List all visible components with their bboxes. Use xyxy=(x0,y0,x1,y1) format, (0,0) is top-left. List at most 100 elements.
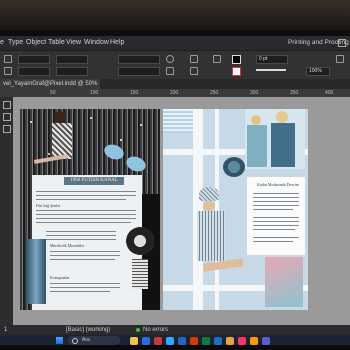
text-line xyxy=(46,235,116,236)
left-page[interactable]: 1960 FÜTİSH KANAL Dür Sağ Şenler Merdive… xyxy=(20,109,160,310)
model-face-image xyxy=(203,201,215,211)
x-field[interactable] xyxy=(18,55,50,64)
text-line xyxy=(46,231,116,232)
text-line xyxy=(253,205,299,206)
menu-help[interactable]: Help xyxy=(110,36,124,50)
sparkle xyxy=(90,117,92,119)
menu-view[interactable]: View xyxy=(66,36,81,50)
stripe xyxy=(193,109,203,310)
preflight-profile[interactable]: [Basic] (working) xyxy=(66,325,110,335)
menu-table[interactable]: Table xyxy=(48,36,65,50)
article-text-frame[interactable] xyxy=(247,177,305,255)
sparkle xyxy=(30,121,32,123)
menu-type[interactable]: Type xyxy=(8,36,23,50)
menu-bar: e Type Object Table View Window Help Pri… xyxy=(0,36,350,50)
illustrator-icon[interactable] xyxy=(250,337,258,345)
menu-edit[interactable]: e xyxy=(0,36,4,50)
width-field[interactable] xyxy=(56,55,88,64)
constrain-icon[interactable] xyxy=(4,67,12,75)
workspace-menu-icon[interactable] xyxy=(338,39,346,47)
direct-selection-tool-icon[interactable] xyxy=(3,113,11,121)
ruler-tick: 300 xyxy=(250,90,259,96)
app-icon[interactable] xyxy=(154,337,162,345)
flip-horizontal-icon[interactable] xyxy=(190,55,198,63)
select-container-icon[interactable] xyxy=(213,55,221,63)
preflight-status-icon xyxy=(136,328,140,332)
selection-tool-icon[interactable] xyxy=(3,101,11,109)
right-page[interactable]: Kadın Modasında Devrim xyxy=(163,109,308,310)
boots-image xyxy=(26,239,46,304)
stroke-swatch[interactable] xyxy=(232,67,241,76)
text-line xyxy=(253,197,299,198)
text-line xyxy=(253,237,299,238)
woman-head-image xyxy=(276,111,288,123)
text-line xyxy=(50,255,120,256)
indesign-icon[interactable] xyxy=(238,337,246,345)
gingham-swatch xyxy=(163,109,193,133)
powerpoint-icon[interactable] xyxy=(190,337,198,345)
status-bar: 1 [Basic] (working) No errors xyxy=(0,325,350,335)
teams-icon[interactable] xyxy=(262,337,270,345)
section-heading: Merdivelk Mezrubler xyxy=(50,243,85,248)
ruler-tick: 200 xyxy=(170,90,179,96)
model-head-image xyxy=(54,111,66,123)
scale-y-field[interactable] xyxy=(118,67,160,76)
woman-dress-image xyxy=(247,125,267,167)
model-hat-image xyxy=(199,187,219,201)
document-tab[interactable]: vel_YayamGraf@Pixel.indd @ 50% xyxy=(0,79,101,89)
ruler-tick: 100 xyxy=(90,90,99,96)
text-line xyxy=(253,221,299,222)
reference-point-icon[interactable] xyxy=(4,55,12,63)
flip-vertical-icon[interactable] xyxy=(190,67,198,75)
text-line xyxy=(36,195,136,196)
text-line xyxy=(36,210,136,211)
text-line xyxy=(253,209,293,210)
scale-x-field[interactable] xyxy=(118,55,160,64)
height-field[interactable] xyxy=(56,67,88,76)
photoshop-icon[interactable] xyxy=(166,337,174,345)
preflight-errors[interactable]: No errors xyxy=(143,325,168,335)
sparkle xyxy=(48,153,50,155)
text-line xyxy=(253,217,299,218)
text-line xyxy=(36,214,136,215)
ruler-tick: 350 xyxy=(290,90,299,96)
ruler-tick: 250 xyxy=(210,90,219,96)
fill-swatch[interactable] xyxy=(232,55,241,64)
sparkle xyxy=(140,124,142,126)
control-panel: 0 pt 100% xyxy=(0,50,350,79)
chrome-icon[interactable] xyxy=(226,337,234,345)
woman-head-image xyxy=(251,115,261,125)
opacity-field[interactable]: 100% xyxy=(306,67,330,76)
menu-object[interactable]: Object xyxy=(26,36,46,50)
ruler-tick: 50 xyxy=(50,90,56,96)
section-heading: Dür Sağ Şenler xyxy=(36,203,61,208)
text-line xyxy=(50,251,120,252)
page-number[interactable]: 1 xyxy=(4,325,7,335)
monitor-bezel-bottom xyxy=(0,345,350,350)
text-line xyxy=(36,222,131,223)
stroke-weight-field[interactable]: 0 pt xyxy=(256,55,288,64)
text-line xyxy=(36,191,136,192)
horizontal-ruler: 50 100 150 200 250 300 350 400 xyxy=(0,89,350,97)
search-icon xyxy=(72,338,78,344)
y-field[interactable] xyxy=(18,67,50,76)
model-dress-image xyxy=(52,123,72,159)
effects-icon[interactable] xyxy=(336,55,344,63)
word-icon[interactable] xyxy=(178,337,186,345)
text-line xyxy=(50,291,110,292)
text-line xyxy=(50,259,115,260)
excel-icon[interactable] xyxy=(202,337,210,345)
text-line xyxy=(36,218,136,219)
text-line xyxy=(36,199,126,200)
menu-window[interactable]: Window xyxy=(84,36,109,50)
type-tool-icon[interactable] xyxy=(3,125,11,133)
stripe xyxy=(215,109,219,310)
rotate-icon[interactable] xyxy=(166,55,174,63)
outlook-icon[interactable] xyxy=(214,337,222,345)
edge-icon[interactable] xyxy=(142,337,150,345)
text-line xyxy=(253,193,299,194)
file-explorer-icon[interactable] xyxy=(130,337,138,345)
stroke-type-field[interactable] xyxy=(256,69,286,71)
windows-start-icon[interactable] xyxy=(56,337,63,344)
shear-icon[interactable] xyxy=(166,67,174,75)
